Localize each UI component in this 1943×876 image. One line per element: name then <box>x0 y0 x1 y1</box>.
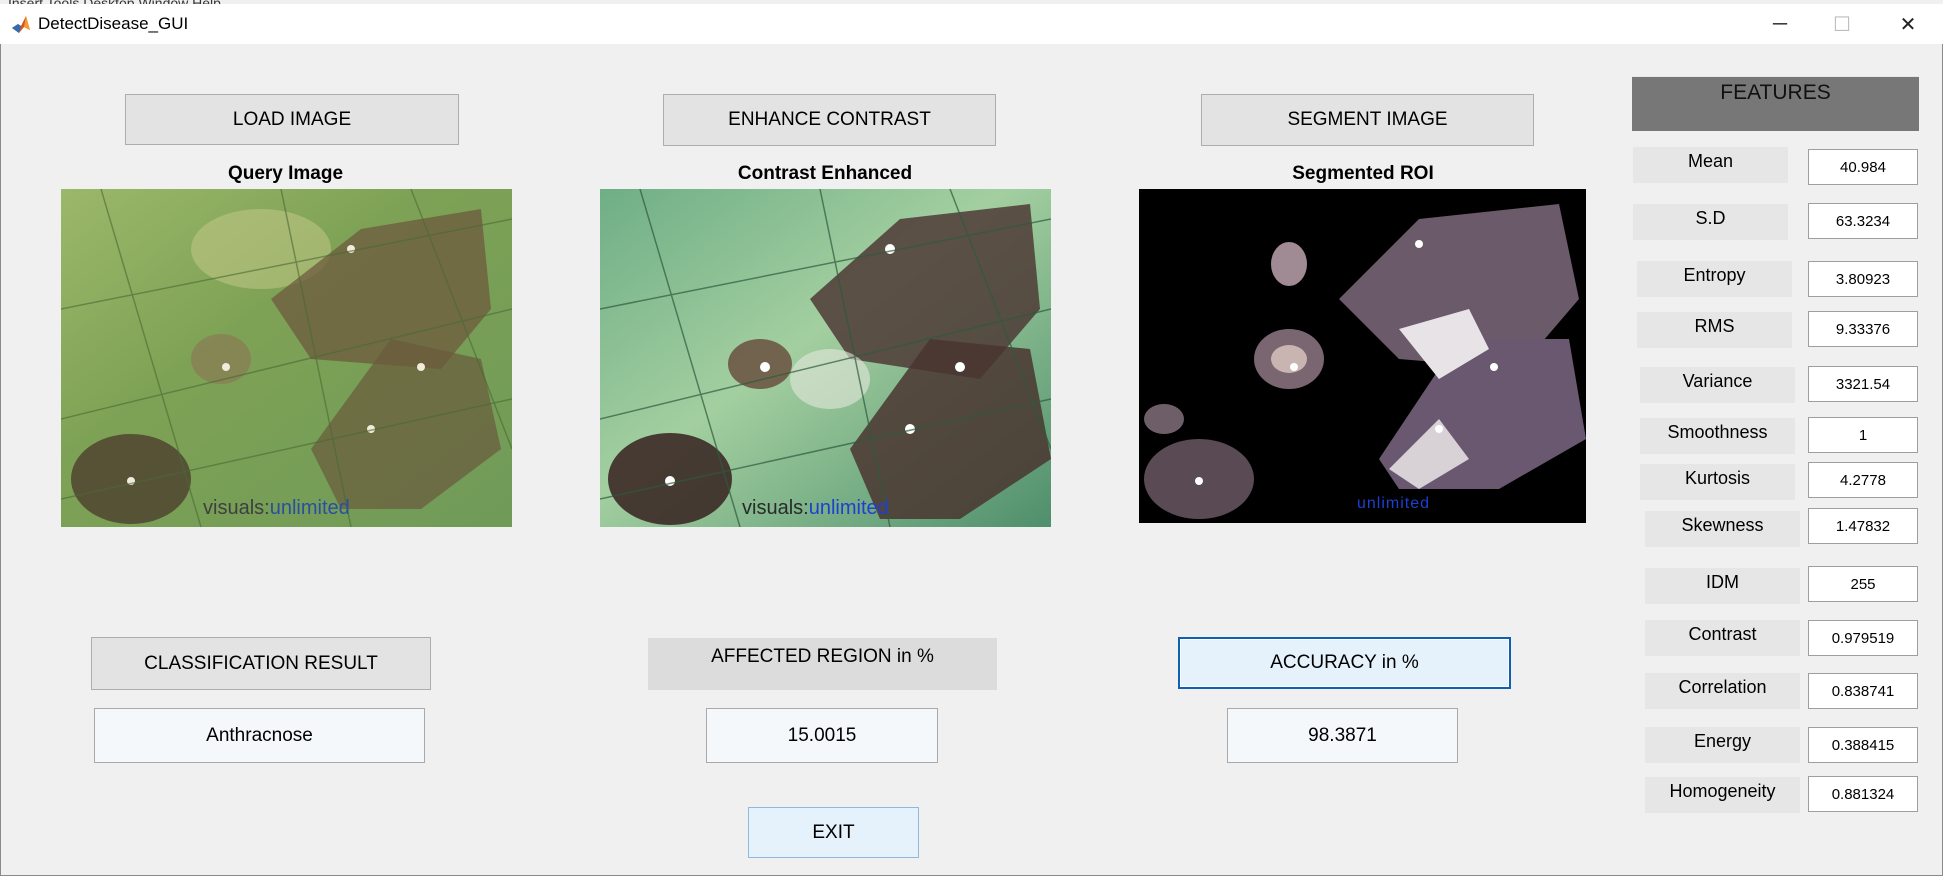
feature-value-rms: 9.33376 <box>1808 311 1918 347</box>
watermark: visuals:unlimited <box>742 497 889 519</box>
feature-value-correlation: 0.838741 <box>1808 673 1918 709</box>
feature-label-energy: Energy <box>1645 727 1800 763</box>
close-button[interactable]: ✕ <box>1878 4 1938 44</box>
affected-region-field: 15.0015 <box>706 708 938 763</box>
feature-value-kurtosis: 4.2778 <box>1808 462 1918 498</box>
feature-label-rms: RMS <box>1637 312 1792 348</box>
segmented-watermark: unlimited <box>1357 495 1431 512</box>
maximize-button[interactable]: ☐ <box>1812 4 1872 44</box>
window-title: DetectDisease_GUI <box>38 14 189 33</box>
matlab-icon <box>10 14 32 36</box>
contrast-enhanced-image: visuals:unlimited <box>600 189 1051 527</box>
feature-value-skewness: 1.47832 <box>1808 508 1918 544</box>
feature-value-sd: 63.3234 <box>1808 203 1918 239</box>
feature-value-energy: 0.388415 <box>1808 727 1918 763</box>
feature-value-smoothness: 1 <box>1808 417 1918 453</box>
features-header: FEATURES <box>1632 76 1919 131</box>
feature-value-variance: 3321.54 <box>1808 366 1918 402</box>
feature-label-contrast: Contrast <box>1645 620 1800 656</box>
feature-label-homogeneity: Homogeneity <box>1645 777 1800 813</box>
title-bar <box>0 4 1943 44</box>
feature-value-mean: 40.984 <box>1808 149 1918 185</box>
classification-result-field: Anthracnose <box>94 708 425 763</box>
feature-label-kurtosis: Kurtosis <box>1640 464 1795 500</box>
feature-label-correlation: Correlation <box>1645 673 1800 709</box>
segment-image-button[interactable]: SEGMENT IMAGE <box>1201 94 1534 146</box>
feature-label-sd: S.D <box>1633 204 1788 240</box>
query-image: visuals:unlimited <box>61 189 512 527</box>
query-image-caption: Query Image <box>227 163 344 184</box>
feature-label-smoothness: Smoothness <box>1640 418 1795 454</box>
exit-button[interactable]: EXIT <box>748 807 919 858</box>
feature-value-homogeneity: 0.881324 <box>1808 776 1918 812</box>
feature-value-contrast: 0.979519 <box>1808 620 1918 656</box>
accuracy-button[interactable]: ACCURACY in % <box>1178 637 1511 689</box>
feature-label-variance: Variance <box>1640 367 1795 403</box>
load-image-button[interactable]: LOAD IMAGE <box>125 94 459 145</box>
minimize-button[interactable]: ─ <box>1750 4 1810 44</box>
classification-result-button[interactable]: CLASSIFICATION RESULT <box>91 637 431 690</box>
segmented-roi-image: unlimited <box>1139 189 1586 523</box>
contrast-enhanced-caption: Contrast Enhanced <box>737 163 913 184</box>
feature-label-entropy: Entropy <box>1637 261 1792 297</box>
feature-label-idm: IDM <box>1645 568 1800 604</box>
feature-label-mean: Mean <box>1633 147 1788 183</box>
segmented-roi-caption: Segmented ROI <box>1292 163 1434 184</box>
affected-region-label: AFFECTED REGION in % <box>648 638 997 690</box>
feature-value-entropy: 3.80923 <box>1808 261 1918 297</box>
feature-label-skewness: Skewness <box>1645 511 1800 547</box>
enhance-contrast-button[interactable]: ENHANCE CONTRAST <box>663 94 996 146</box>
feature-value-idm: 255 <box>1808 566 1918 602</box>
accuracy-field: 98.3871 <box>1227 708 1458 763</box>
watermark: visuals:unlimited <box>203 497 350 519</box>
